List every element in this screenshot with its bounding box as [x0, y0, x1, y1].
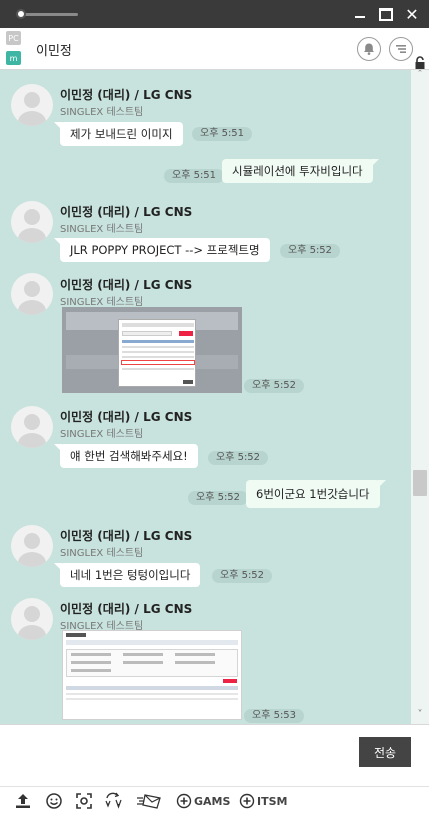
chat-message-area[interactable]: 이민정 (대리) / LG CNS SINGLEX 테스트팀 제가 보내드린 이…: [0, 70, 429, 724]
message-bubble[interactable]: 얘 한번 검색해봐주세요!: [54, 444, 198, 468]
notification-button[interactable]: [357, 37, 381, 61]
scroll-thumb[interactable]: [413, 470, 427, 496]
message-time: 오후 5:51: [192, 127, 253, 141]
message-time: 오후 5:52: [188, 491, 249, 505]
mail-send-icon: [137, 794, 161, 809]
mobile-status-badge: m: [6, 51, 21, 65]
gams-button[interactable]: GAMS: [176, 790, 230, 812]
smiley-icon: [46, 793, 62, 809]
image-attachment[interactable]: [62, 307, 242, 393]
message-outgoing: 오후 5:52 6번이군요 1번갓습니다: [0, 478, 410, 514]
chat-title: 이민정: [36, 44, 72, 59]
sender-name: 이민정 (대리) / LG CNS: [60, 205, 193, 219]
avatar[interactable]: [11, 201, 53, 243]
maximize-button[interactable]: [376, 4, 396, 24]
message-time: 오후 5:52: [280, 244, 341, 258]
sender-team: SINGLEX 테스트팀: [60, 429, 144, 440]
bell-icon: [364, 43, 374, 55]
chat-header: PC m 이민정: [0, 28, 429, 70]
upload-file-button[interactable]: [14, 790, 32, 812]
sender-name: 이민정 (대리) / LG CNS: [60, 529, 193, 543]
slider-knob[interactable]: [16, 9, 26, 19]
itsm-label: ITSM: [257, 794, 288, 808]
bottom-toolbar: GAMS ITSM: [0, 786, 429, 814]
message-bubble[interactable]: 제가 보내드린 이미지: [54, 122, 183, 146]
message-time: 오후 5:52: [208, 451, 269, 465]
message-incoming: 이민정 (대리) / LG CNS SINGLEX 테스트팀 JLR POPPY…: [0, 187, 410, 267]
sender-name: 이민정 (대리) / LG CNS: [60, 602, 193, 616]
menu-button[interactable]: [389, 37, 413, 61]
scroll-down-arrow[interactable]: ˅: [415, 710, 425, 720]
message-bubble[interactable]: 네네 1번은 텅텅이입니다: [53, 563, 201, 587]
image-attachment[interactable]: [62, 630, 242, 720]
upload-icon: [16, 794, 30, 808]
message-bubble[interactable]: 6번이군요 1번갓습니다: [246, 480, 386, 508]
chat-scrollbar[interactable]: ˄ ˅: [411, 70, 429, 724]
sender-team: SINGLEX 테스트팀: [60, 107, 144, 118]
opacity-slider[interactable]: [16, 9, 78, 19]
mail-button[interactable]: [136, 790, 162, 812]
pc-status-badge: PC: [6, 31, 21, 45]
message-incoming-image: 이민정 (대리) / LG CNS SINGLEX 테스트팀 오후 5:52: [0, 263, 410, 398]
message-time: 오후 5:52: [244, 379, 305, 393]
minimize-button[interactable]: [350, 4, 370, 24]
sender-team: SINGLEX 테스트팀: [60, 224, 144, 235]
avatar[interactable]: [11, 406, 53, 448]
message-outgoing: 오후 5:51 시뮬레이션에 투자비입니다: [0, 156, 410, 186]
screen-capture-button[interactable]: [75, 790, 93, 812]
translate-button[interactable]: [104, 790, 124, 812]
message-incoming: 이민정 (대리) / LG CNS SINGLEX 테스트팀 제가 보내드린 이…: [0, 70, 410, 160]
message-incoming-image: 이민정 (대리) / LG CNS SINGLEX 테스트팀 오후 5:53: [0, 588, 410, 724]
lock-icon[interactable]: [414, 56, 426, 70]
close-button[interactable]: ✕: [402, 4, 422, 24]
message-time: 오후 5:52: [212, 569, 273, 583]
dialog-preview: [118, 319, 196, 387]
emoticon-button[interactable]: [45, 790, 63, 812]
message-incoming: 이민정 (대리) / LG CNS SINGLEX 테스트팀 얘 한번 검색해봐…: [0, 392, 410, 472]
itsm-button[interactable]: ITSM: [239, 790, 287, 812]
plus-circle-icon: [176, 793, 192, 809]
sender-team: SINGLEX 테스트팀: [60, 297, 144, 308]
translate-icon: [105, 792, 122, 809]
message-input-area[interactable]: 전송: [0, 724, 429, 786]
menu-icon: [396, 45, 406, 53]
sender-name: 이민정 (대리) / LG CNS: [60, 278, 193, 292]
title-bar: ✕: [0, 0, 429, 28]
avatar[interactable]: [11, 598, 53, 640]
send-button[interactable]: 전송: [359, 737, 411, 767]
message-time: 오후 5:53: [244, 709, 305, 723]
close-icon: ✕: [405, 4, 419, 24]
avatar[interactable]: [11, 525, 53, 567]
scroll-up-arrow[interactable]: ˄: [415, 70, 425, 80]
slider-track: [20, 13, 78, 16]
avatar[interactable]: [11, 84, 53, 126]
sender-name: 이민정 (대리) / LG CNS: [60, 410, 193, 424]
capture-icon: [76, 793, 92, 809]
sender-team: SINGLEX 테스트팀: [60, 548, 144, 559]
message-bubble[interactable]: JLR POPPY PROJECT --> 프로젝트명: [54, 238, 270, 262]
gams-label: GAMS: [194, 794, 231, 808]
plus-circle-icon: [239, 793, 255, 809]
avatar[interactable]: [11, 273, 53, 315]
message-bubble[interactable]: 시뮬레이션에 투자비입니다: [222, 159, 379, 183]
message-incoming: 이민정 (대리) / LG CNS SINGLEX 테스트팀 네네 1번은 텅텅…: [0, 513, 410, 593]
message-time: 오후 5:51: [164, 169, 225, 183]
messenger-window: ✕ PC m 이민정 이민정 (대리) / LG CNS SINGLEX 테스트: [0, 0, 429, 814]
sender-name: 이민정 (대리) / LG CNS: [60, 88, 193, 102]
